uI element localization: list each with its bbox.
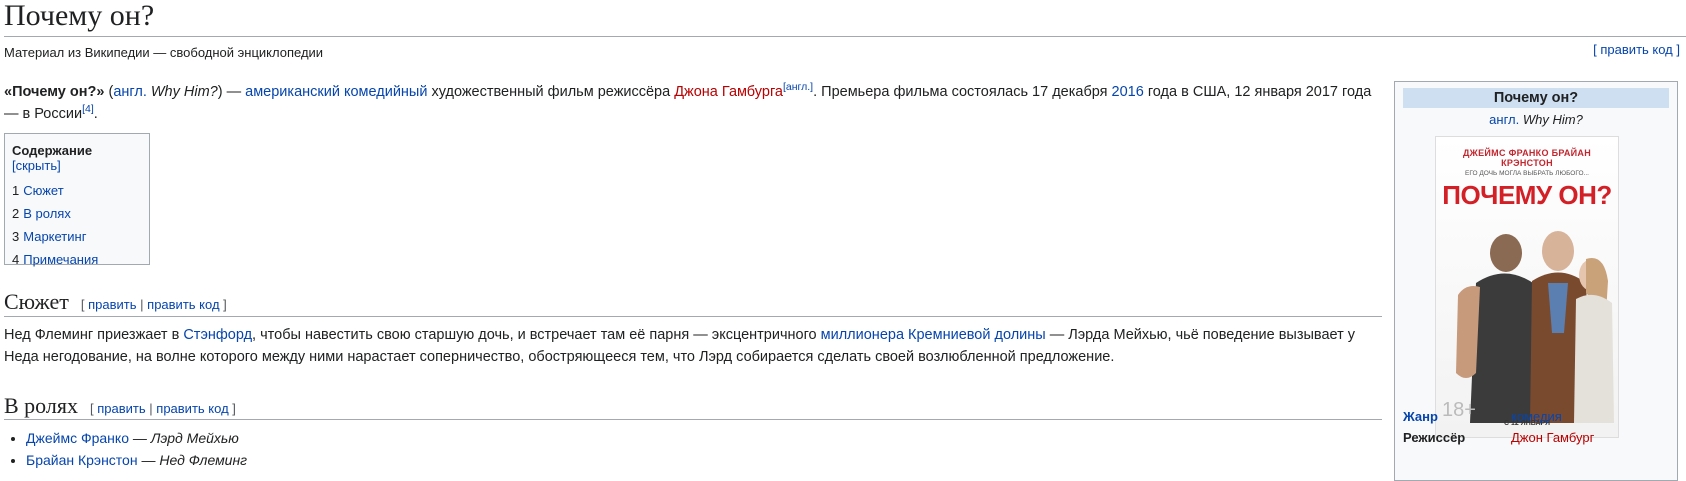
list-item: Джеймс Франко — Лэрд Мейхью — [26, 427, 247, 449]
separator: | — [149, 401, 153, 416]
toc-item-cast[interactable]: 2В ролях — [12, 202, 142, 225]
list-item: Брайан Крэнстон — Нед Флеминг — [26, 449, 247, 471]
toc-toggle-link[interactable]: [скрыть] — [12, 158, 61, 173]
toc-link[interactable]: В ролях — [23, 206, 71, 221]
edit-section-code-link[interactable]: править код — [156, 401, 228, 416]
section-divider — [4, 316, 1382, 317]
lang-link[interactable]: англ. — [113, 84, 147, 100]
section-edit-links: [ править | править код ] — [90, 401, 236, 416]
poster-tagline: ЕГО ДОЧЬ МОГЛА ВЫБРАТЬ ЛЮБОГО... — [1465, 170, 1589, 177]
infobox-original-title: англ. Why Him? — [1395, 112, 1677, 127]
lead-paragraph: «Почему он?» (англ. Why Him?) — американ… — [4, 81, 1376, 125]
toc-number: 3 — [12, 229, 20, 244]
toc-link[interactable]: Сюжет — [23, 183, 63, 198]
toc-number: 4 — [12, 252, 20, 267]
page-title: Почему он? — [4, 0, 155, 32]
section-heading-cast: В ролях [ править | править код ] — [4, 393, 236, 422]
film-poster[interactable]: ДЖЕЙМС ФРАНКО БРАЙАН КРЭНСТОН ЕГО ДОЧЬ М… — [1435, 136, 1619, 438]
original-title: Why Him? — [1522, 112, 1583, 127]
section-divider — [4, 419, 1382, 420]
link-comedy[interactable]: комедийный — [344, 84, 427, 100]
dash: — — [128, 430, 151, 446]
lang-link[interactable]: англ. — [1489, 112, 1519, 127]
actor-link[interactable]: Джеймс Франко — [26, 430, 129, 446]
title-divider — [4, 36, 1686, 37]
lead-text: . Премьера фильма состоялась 17 декабря — [813, 84, 1112, 100]
dash: — — [137, 452, 160, 468]
plot-paragraph: Нед Флеминг приезжает в Стэнфорд, чтобы … — [4, 324, 1374, 368]
edit-source-link[interactable]: [ править код ] — [1593, 42, 1680, 57]
plot-text: , чтобы навестить свою старшую дочь, и в… — [252, 327, 821, 343]
poster-title: ПОЧЕМУ ОН? — [1442, 180, 1612, 210]
infobox-title: Почему он? — [1403, 88, 1669, 108]
bracket: [ — [89, 401, 94, 416]
ref-4[interactable]: [4] — [82, 103, 94, 115]
infobox-label: Режиссёр — [1403, 430, 1466, 445]
link-stanford[interactable]: Стэнфорд — [183, 327, 252, 343]
infobox: Почему он? англ. Why Him? ДЖЕЙМС ФРАНКО … — [1394, 81, 1678, 481]
link-millionaire[interactable]: миллионера — [821, 327, 904, 343]
link-director[interactable]: Джона Гамбурга — [674, 84, 783, 100]
toc-link[interactable]: Маркетинг — [23, 229, 86, 244]
infobox-row-genre: Жанр комедия — [1403, 409, 1562, 424]
lead-text: . — [93, 106, 98, 122]
toc-link[interactable]: Примечания — [23, 252, 98, 267]
bracket: [ — [80, 297, 85, 312]
infobox-value-link[interactable]: Джон Гамбург — [1511, 430, 1594, 445]
separator: | — [140, 297, 144, 312]
role-name: Лэрд Мейхью — [150, 430, 239, 446]
infobox-row-director: Режиссёр Джон Гамбург — [1403, 430, 1594, 445]
actor-link[interactable]: Брайан Крэнстон — [26, 452, 138, 468]
table-of-contents: Содержание [скрыть] 1 Сюжет 2В ролях 3 Мар… — [4, 133, 150, 267]
bracket: ] — [232, 401, 236, 416]
poster-people-illustration — [1456, 231, 1614, 423]
poster-actors: ДЖЕЙМС ФРАНКО БРАЙАН КРЭНСТОН — [1462, 148, 1592, 168]
toc-heading: Содержание — [12, 143, 93, 158]
lead-text: ) — — [217, 84, 246, 100]
toc-item-notes[interactable]: 4 Примечания — [12, 248, 142, 271]
ref-english[interactable]: [англ.] — [783, 81, 813, 93]
section-title: В ролях — [4, 393, 78, 418]
infobox-value-link[interactable]: комедия — [1511, 409, 1562, 424]
original-title: Why Him? — [150, 84, 218, 100]
toc-number: 2 — [12, 206, 20, 221]
lead-bold-title: «Почему он?» — [4, 84, 105, 100]
role-name: Нед Флеминг — [159, 452, 248, 468]
site-tagline: Материал из Википедии — свободной энцикл… — [4, 45, 324, 60]
bracket: ] — [223, 297, 227, 312]
toc-header: Содержание [скрыть] — [12, 143, 142, 173]
toc-number: 1 — [12, 183, 20, 198]
section-edit-links: [ править | править код ] — [81, 297, 227, 312]
toc-item-marketing[interactable]: 3 Маркетинг — [12, 225, 142, 248]
plot-text: Нед Флеминг приезжает в — [4, 327, 184, 343]
edit-section-code-link[interactable]: править код — [147, 297, 219, 312]
toc-item-plot[interactable]: 1 Сюжет — [12, 179, 142, 202]
link-american[interactable]: американский — [245, 84, 340, 100]
lead-text: художественный фильм режиссёра — [427, 84, 675, 100]
edit-section-link[interactable]: править — [88, 297, 136, 312]
lead-text: ( — [104, 84, 114, 100]
section-title: Сюжет — [4, 289, 69, 314]
section-heading-plot: Сюжет [ править | править код ] — [4, 289, 227, 318]
link-year[interactable]: 2016 — [1112, 84, 1144, 100]
link-silicon-valley[interactable]: Кремниевой долины — [908, 327, 1046, 343]
edit-section-link[interactable]: править — [97, 401, 145, 416]
cast-list: Джеймс Франко — Лэрд Мейхью Брайан Крэнс… — [8, 427, 247, 471]
infobox-label[interactable]: Жанр — [1403, 409, 1511, 424]
